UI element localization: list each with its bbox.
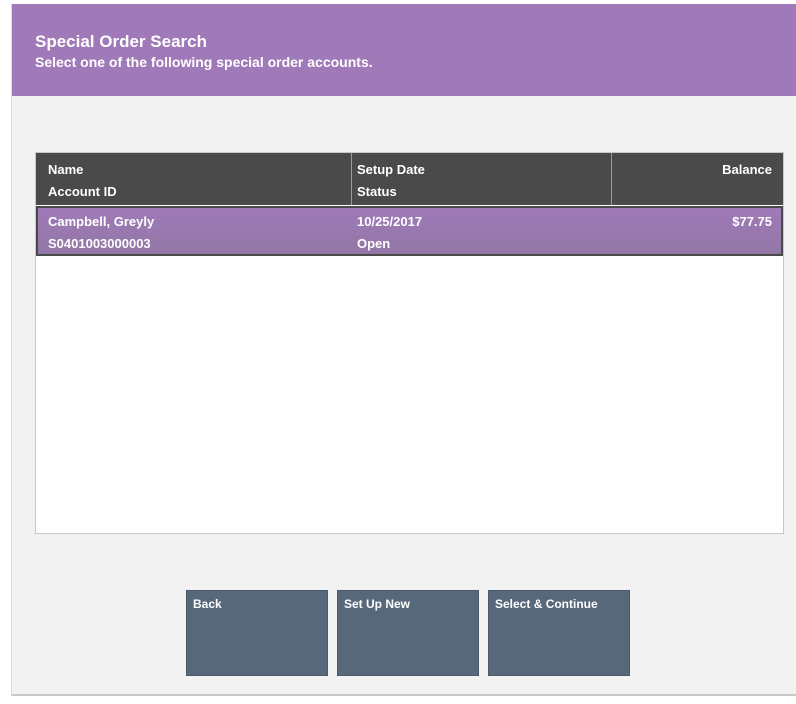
row-balance: $77.75 <box>732 214 772 229</box>
column-header-account-id: Account ID <box>48 184 117 199</box>
column-header-status: Status <box>357 184 397 199</box>
column-header-name: Name <box>48 162 84 177</box>
row-account-id: S0401003000003 <box>48 236 151 251</box>
column-header-balance: Balance <box>722 162 772 177</box>
set-up-new-button[interactable]: Set Up New <box>337 590 479 676</box>
page-title: Special Order Search <box>35 32 207 51</box>
table-row[interactable]: Campbell, Greyly S0401003000003 10/25/20… <box>36 206 783 256</box>
page-header: Special Order Search Select one of the f… <box>12 4 796 96</box>
app-frame: Special Order Search Select one of the f… <box>11 4 796 696</box>
table-header: Name Account ID Setup Date Status Balanc… <box>36 153 783 205</box>
column-header-setup-date: Setup Date <box>357 162 425 177</box>
back-button[interactable]: Back <box>186 590 328 676</box>
page-subtitle: Select one of the following special orde… <box>35 54 373 70</box>
column-divider <box>611 153 612 205</box>
row-status: Open <box>357 236 391 251</box>
row-setup-date: 10/25/2017 <box>357 214 423 229</box>
select-continue-button[interactable]: Select & Continue <box>488 590 630 676</box>
accounts-table: Name Account ID Setup Date Status Balanc… <box>35 152 784 534</box>
column-divider <box>351 153 352 205</box>
row-name: Campbell, Greyly <box>48 214 155 229</box>
